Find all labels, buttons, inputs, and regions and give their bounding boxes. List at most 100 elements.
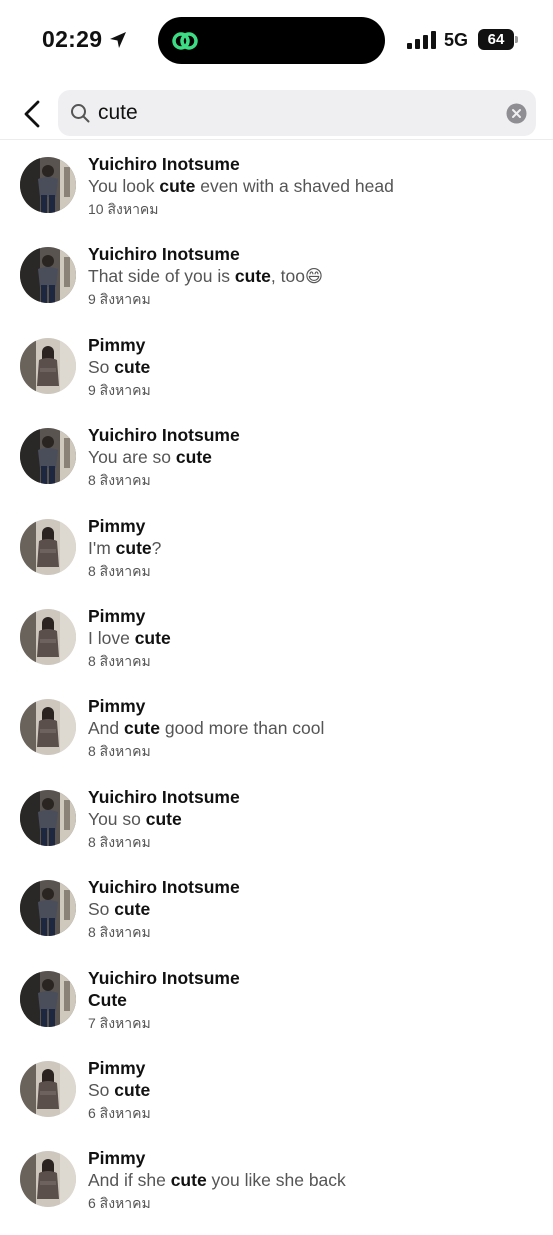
avatar xyxy=(20,789,76,846)
match-highlight: cute xyxy=(159,176,196,196)
sender-name: Yuichiro Inotsume xyxy=(88,967,240,988)
message-preview: So cute xyxy=(88,1080,150,1101)
message-date: 9 สิงหาคม xyxy=(88,291,151,308)
message-text-before: And xyxy=(88,718,124,739)
sender-name: Pimmy xyxy=(88,696,146,717)
message-date: 8 สิงหาคม xyxy=(88,833,151,850)
message-date: 7 สิงหาคม xyxy=(88,1014,151,1031)
match-highlight: cute xyxy=(134,627,171,648)
search-header xyxy=(0,88,553,140)
message-text-before: So xyxy=(88,1079,115,1100)
match-highlight: cute xyxy=(114,1079,151,1100)
avatar xyxy=(20,699,76,756)
avatar xyxy=(20,337,76,394)
back-chevron-icon[interactable] xyxy=(20,98,46,130)
dynamic-island xyxy=(158,17,385,64)
match-highlight: cute xyxy=(124,718,160,739)
message-text-before: So xyxy=(88,356,115,377)
location-arrow-icon xyxy=(110,32,126,48)
message-preview: That side of you is cute, too😄 xyxy=(88,266,323,287)
message-text-before: I'm xyxy=(88,537,116,558)
clear-search-icon[interactable] xyxy=(506,103,527,124)
match-highlight: cute xyxy=(114,899,151,920)
search-result-item[interactable]: Pimmy I love cute 8 สิงหาคม xyxy=(0,602,553,692)
message-text-after: , too😄 xyxy=(270,266,324,287)
message-text-before: So xyxy=(88,899,115,920)
network-type: 5G xyxy=(444,30,469,50)
search-result-item[interactable]: Pimmy I'm cute? 8 สิงหาคม xyxy=(0,512,553,602)
message-preview: Cute xyxy=(88,990,127,1011)
avatar xyxy=(20,1060,76,1117)
search-result-item[interactable]: Pimmy So cute 6 สิงหาคม xyxy=(0,1054,553,1144)
message-preview: You are so cute xyxy=(88,447,212,468)
message-date: 8 สิงหาคม xyxy=(88,652,151,669)
avatar xyxy=(20,970,76,1027)
message-text-after: good more than cool xyxy=(159,718,325,739)
search-result-item[interactable]: Yuichiro Inotsume You are so cute 8 สิงหาค… xyxy=(0,421,553,511)
status-time: 02:29 xyxy=(42,26,103,52)
message-text-before: And if she xyxy=(88,1170,171,1191)
message-preview: So cute xyxy=(88,357,150,378)
message-text-before: You look xyxy=(88,176,160,196)
header-divider xyxy=(0,139,553,140)
search-result-item[interactable]: Pimmy And if she cute you like she back 6 … xyxy=(0,1144,553,1234)
message-date: 9 สิงหาคม xyxy=(88,381,151,398)
sender-name: Pimmy xyxy=(88,605,146,626)
sender-name: Yuichiro Inotsume xyxy=(88,244,240,265)
sender-name: Pimmy xyxy=(88,1148,146,1169)
sender-name: Pimmy xyxy=(88,1057,146,1078)
message-date: 6 สิงหาคม xyxy=(88,1195,151,1212)
avatar xyxy=(20,1151,76,1208)
sender-name: Pimmy xyxy=(88,515,146,536)
sender-name: Yuichiro Inotsume xyxy=(88,786,240,807)
sender-name: Pimmy xyxy=(88,334,146,355)
match-highlight: cute xyxy=(170,1170,207,1191)
avatar xyxy=(20,608,76,665)
search-result-item[interactable]: Pimmy So cute 9 สิงหาคม xyxy=(0,331,553,421)
message-text-before: I love xyxy=(88,627,135,648)
message-date: 10 สิงหาคม xyxy=(88,201,159,217)
message-preview: And cute good more than cool xyxy=(88,718,324,739)
search-result-item[interactable]: Yuichiro Inotsume You look cute even with… xyxy=(0,150,553,240)
avatar xyxy=(20,247,76,304)
avatar xyxy=(20,518,76,575)
search-input[interactable] xyxy=(98,96,498,130)
cellular-signal-icon xyxy=(407,31,436,49)
message-date: 8 สิงหาคม xyxy=(88,924,151,941)
search-result-item[interactable]: Yuichiro Inotsume That side of you is cut… xyxy=(0,240,553,330)
message-preview: You so cute xyxy=(88,809,182,830)
avatar xyxy=(20,880,76,937)
message-date: 8 สิงหาคม xyxy=(88,472,151,489)
sender-name: Yuichiro Inotsume xyxy=(88,154,240,174)
message-text-after: even with a shaved head xyxy=(195,176,394,196)
match-highlight: cute xyxy=(115,537,152,558)
match-highlight: cute xyxy=(114,356,151,377)
search-icon xyxy=(71,104,90,123)
search-result-item[interactable]: Yuichiro Inotsume Cute 7 สิงหาคม xyxy=(0,964,553,1054)
match-highlight: cute xyxy=(234,266,271,287)
battery-icon: 64 xyxy=(478,29,514,50)
search-result-item[interactable]: Yuichiro Inotsume You so cute 8 สิงหาคม xyxy=(0,783,553,873)
match-highlight: Cute xyxy=(88,989,127,1010)
search-result-item[interactable]: Pimmy And cute good more than cool 8 สิงหา… xyxy=(0,692,553,782)
message-date: 8 สิงหาคม xyxy=(88,562,151,579)
search-result-item[interactable]: Yuichiro Inotsume So cute 8 สิงหาคม xyxy=(0,873,553,963)
sender-name: Yuichiro Inotsume xyxy=(88,425,240,446)
message-preview: You look cute even with a shaved head xyxy=(88,176,394,197)
message-text-before: You are so xyxy=(88,447,176,468)
message-date: 8 สิงหาคม xyxy=(88,743,151,760)
search-bar[interactable] xyxy=(58,90,536,136)
message-text-before: You so xyxy=(88,808,146,829)
search-results-list: Yuichiro Inotsume You look cute even with… xyxy=(0,150,553,1235)
avatar xyxy=(20,157,76,213)
message-preview: I love cute xyxy=(88,628,171,649)
message-date: 6 สิงหาคม xyxy=(88,1104,151,1121)
message-preview: And if she cute you like she back xyxy=(88,1170,346,1191)
message-text-after: you like she back xyxy=(206,1170,346,1191)
status-bar: 02:29 5G 64 xyxy=(0,0,553,80)
chain-link-icon xyxy=(172,32,198,50)
battery-tip xyxy=(515,36,518,43)
avatar xyxy=(20,428,76,485)
match-highlight: cute xyxy=(145,808,182,829)
message-preview: I'm cute? xyxy=(88,538,161,559)
